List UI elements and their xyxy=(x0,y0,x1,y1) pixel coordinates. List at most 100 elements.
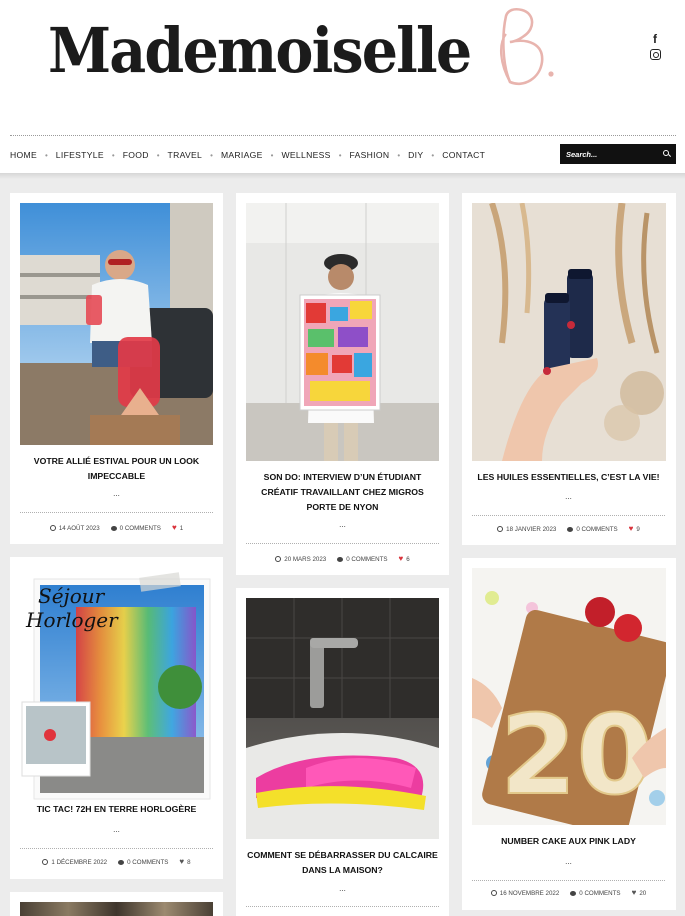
post-excerpt: ... xyxy=(565,857,572,866)
search-placeholder: Search... xyxy=(566,149,598,159)
card-divider xyxy=(20,848,213,849)
nav-item-mariage[interactable]: MARIAGE xyxy=(221,150,263,160)
clock-icon xyxy=(42,859,49,865)
nav-separator: • xyxy=(431,150,435,160)
post-title[interactable]: COMMENT SE DÉBARRASSER DU CALCAIRE DANS … xyxy=(246,848,439,878)
nav-separator: • xyxy=(210,150,213,160)
post-card: VOTRE ALLIÉ ESTIVAL POUR UN LOOK IMPECCA… xyxy=(10,193,223,544)
horloger-text: Horloger xyxy=(25,608,119,632)
nav-separator: • xyxy=(156,150,160,160)
card-divider xyxy=(246,906,439,907)
post-thumbnail[interactable] xyxy=(20,902,213,916)
nav-item-home[interactable]: HOME xyxy=(10,150,37,175)
post-excerpt: ... xyxy=(339,520,346,529)
post-date: 18 JANVIER 2023 xyxy=(506,525,557,533)
post-thumbnail-interview[interactable] xyxy=(246,203,439,461)
nav-separator: • xyxy=(338,150,342,160)
post-date: 16 NOVEMBRE 2022 xyxy=(499,889,560,897)
post-title[interactable]: NUMBER CAKE AUX PINK LADY xyxy=(472,834,665,849)
post-excerpt: ... xyxy=(339,884,346,893)
card-divider xyxy=(246,543,439,544)
site-logo[interactable]: Mademoiselle xyxy=(48,6,507,96)
clock-icon xyxy=(490,890,497,896)
nav-item-contact[interactable]: CONTACT xyxy=(442,150,485,160)
social-links: f xyxy=(646,32,664,60)
nav-separator: • xyxy=(44,150,48,160)
nav-item-fashion[interactable]: FASHION xyxy=(350,150,390,160)
post-excerpt: ... xyxy=(565,492,572,501)
post-date: 1 DÉCEMBRE 2022 xyxy=(51,858,108,866)
clock-icon xyxy=(497,526,504,532)
post-card: Séjour Horloger TIC TAC! 72H EN TERRE HO… xyxy=(10,557,223,879)
post-meta: 16 NOVEMBRE 2022 0 COMMENTS ♥ 20 xyxy=(472,889,665,897)
comment-icon xyxy=(118,859,125,865)
post-thumbnail-number-cake[interactable]: 20 xyxy=(472,568,666,825)
facebook-icon[interactable]: f xyxy=(653,32,657,46)
comment-icon xyxy=(337,556,344,562)
nav-item-diy[interactable]: DIY xyxy=(408,150,423,160)
post-likes: 8 xyxy=(187,858,191,866)
post-date: 14 AOÛT 2023 xyxy=(58,524,100,532)
post-thumbnail-calcaire[interactable] xyxy=(246,598,439,839)
post-comments[interactable]: 0 COMMENTS xyxy=(127,859,168,866)
post-card: LES HUILES ESSENTIELLES, C’EST LA VIE! .… xyxy=(462,193,676,545)
heart-icon[interactable]: ♥ xyxy=(179,858,184,866)
post-likes: 6 xyxy=(406,555,410,563)
post-comments[interactable]: 0 COMMENTS xyxy=(346,556,387,563)
post-thumbnail-essential-oils[interactable] xyxy=(472,203,666,461)
heart-icon[interactable]: ♥ xyxy=(632,889,637,897)
clock-icon xyxy=(49,525,56,531)
post-excerpt: ... xyxy=(113,489,120,498)
post-date: 20 MARS 2023 xyxy=(284,555,327,563)
header-divider xyxy=(10,135,676,136)
comment-icon xyxy=(567,526,574,532)
search-icon[interactable] xyxy=(663,150,669,156)
post-comments[interactable]: 0 COMMENTS xyxy=(120,525,161,532)
nav-item-travel[interactable]: TRAVEL xyxy=(168,150,203,160)
cake-number-text: 20 xyxy=(500,691,653,819)
post-likes: 9 xyxy=(636,525,640,533)
post-meta: 1 DÉCEMBRE 2022 0 COMMENTS ♥ 8 xyxy=(20,858,213,866)
post-excerpt: ... xyxy=(113,825,120,834)
post-comments[interactable]: 0 COMMENTS xyxy=(579,890,620,897)
nav-separator: • xyxy=(270,150,274,160)
card-divider xyxy=(472,515,665,516)
post-meta: 20 MARS 2023 0 COMMENTS ♥ 6 xyxy=(246,555,439,563)
clock-icon xyxy=(275,556,282,562)
comment-icon xyxy=(570,890,577,896)
post-title[interactable]: SON DO: INTERVIEW D’UN ÉTUDIANT CRÉATIF … xyxy=(246,470,439,515)
nav-separator: • xyxy=(111,150,115,160)
post-thumbnail-sejour-horloger[interactable]: Séjour Horloger xyxy=(20,567,213,803)
heart-icon[interactable]: ♥ xyxy=(399,555,404,563)
post-likes: 20 xyxy=(639,889,647,897)
comment-icon xyxy=(110,525,117,531)
post-card: SON DO: INTERVIEW D’UN ÉTUDIANT CRÉATIF … xyxy=(236,193,449,575)
instagram-icon[interactable] xyxy=(649,49,661,60)
logo-wordmark: Mademoiselle xyxy=(48,14,472,87)
post-likes: 1 xyxy=(179,524,184,532)
post-title[interactable]: VOTRE ALLIÉ ESTIVAL POUR UN LOOK IMPECCA… xyxy=(20,454,213,484)
post-card xyxy=(10,892,223,916)
site-header: Mademoiselle f HOME • LIFESTYLE • FOOD •… xyxy=(0,0,685,175)
logo-b-mark-icon xyxy=(500,7,554,85)
post-card: COMMENT SE DÉBARRASSER DU CALCAIRE DANS … xyxy=(236,588,449,916)
post-meta: 14 AOÛT 2023 0 COMMENTS ♥ 1 xyxy=(20,524,213,532)
post-card: 20 NUMBER CAKE AUX PINK LADY ... 16 NOVE… xyxy=(462,558,676,910)
search-input[interactable]: Search... xyxy=(560,144,676,164)
heart-icon[interactable]: ♥ xyxy=(172,524,177,532)
post-meta: 18 JANVIER 2023 0 COMMENTS ♥ 9 xyxy=(472,525,665,533)
main-nav: HOME • LIFESTYLE • FOOD • TRAVEL • MARIA… xyxy=(10,146,485,175)
post-comments[interactable]: 0 COMMENTS xyxy=(576,526,617,533)
nav-item-food[interactable]: FOOD xyxy=(123,150,149,160)
nav-item-wellness[interactable]: WELLNESS xyxy=(281,150,330,160)
post-title[interactable]: TIC TAC! 72H EN TERRE HORLOGÈRE xyxy=(20,802,213,817)
nav-separator: • xyxy=(397,150,401,160)
header-shadow xyxy=(0,173,685,179)
nav-item-lifestyle[interactable]: LIFESTYLE xyxy=(56,150,104,160)
card-divider xyxy=(472,880,665,881)
post-thumbnail-summer-drink[interactable] xyxy=(20,203,213,445)
sejour-text: Séjour xyxy=(38,584,106,608)
post-title[interactable]: LES HUILES ESSENTIELLES, C’EST LA VIE! xyxy=(472,470,665,485)
heart-icon[interactable]: ♥ xyxy=(629,525,634,533)
card-divider xyxy=(20,512,213,513)
